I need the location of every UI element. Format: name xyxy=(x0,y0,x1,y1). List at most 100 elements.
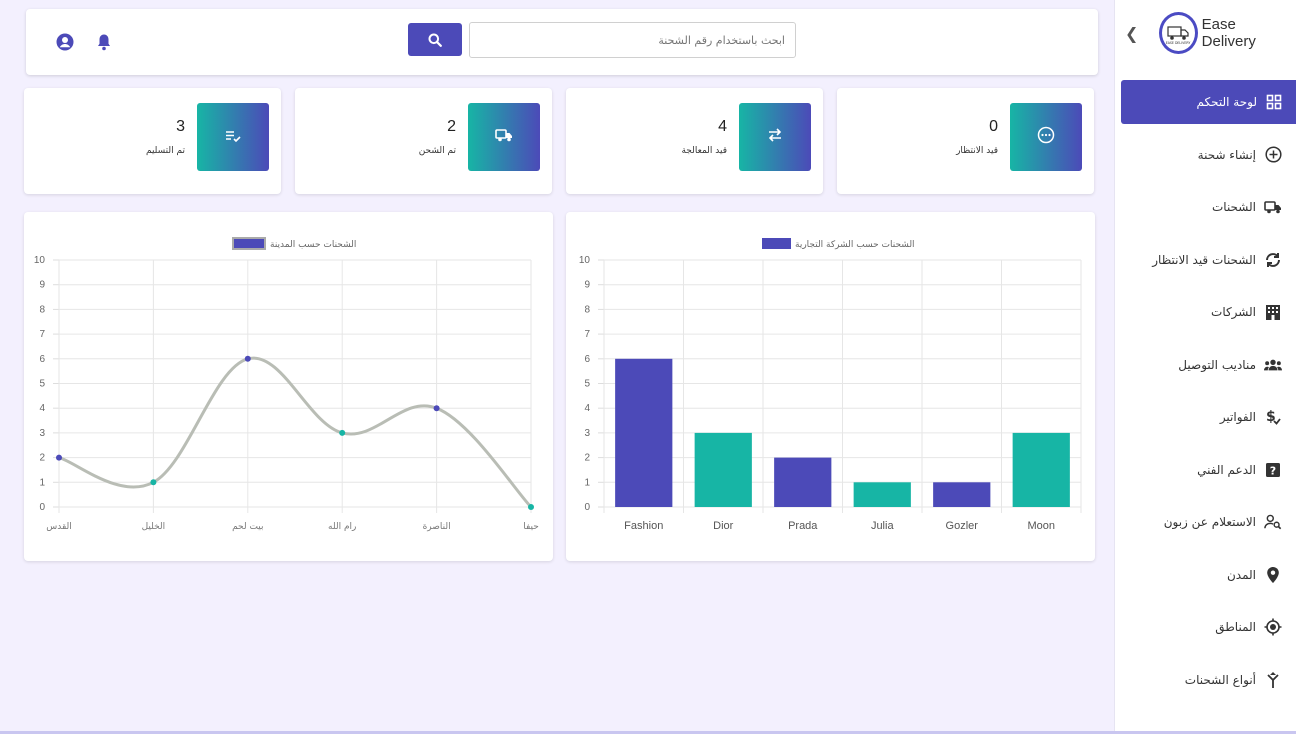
y-tick-label: 4 xyxy=(39,403,45,414)
location-pin-icon xyxy=(1264,566,1282,584)
sidebar: ❮ EASE DELIVERY Ease Delivery لوحة التحك… xyxy=(1114,0,1296,734)
truck-icon xyxy=(1264,198,1282,216)
account-icon[interactable] xyxy=(56,33,74,55)
sidebar-item-4[interactable]: الشركات xyxy=(1115,290,1296,334)
bar-Moon xyxy=(1012,432,1070,507)
sidebar-item-6[interactable]: الفواتير $ xyxy=(1115,395,1296,439)
line-chart-svg: 0 1 2 3 4 5 6 7 8 9 10 القدس الخليل بيت لحم رام الله ال… xyxy=(34,237,539,532)
sidebar-item-10[interactable]: المناطق xyxy=(1115,605,1296,649)
bar-Prada xyxy=(774,457,832,507)
sync-icon xyxy=(1264,251,1282,269)
stat-label: قيد المعالجة xyxy=(681,146,727,156)
x-tick-label: Julia xyxy=(871,520,895,532)
stat-value: 3 xyxy=(176,118,185,135)
legend-label: الشحنات حسب المدينة xyxy=(270,240,356,250)
sidebar-item-3[interactable]: الشحنات قيد الانتظار xyxy=(1115,238,1296,282)
sidebar-item-5[interactable]: مناديب التوصيل xyxy=(1115,343,1296,387)
help-box-icon: ? xyxy=(1264,461,1282,479)
y-tick-label: 1 xyxy=(584,477,590,488)
x-tick-label: القدس xyxy=(46,522,72,532)
bar-Gozler xyxy=(933,482,991,507)
sidebar-item-2[interactable]: الشحنات xyxy=(1115,185,1296,229)
sidebar-item-9[interactable]: المدن xyxy=(1115,553,1296,597)
sidebar-item-label: الشركات xyxy=(1211,305,1256,319)
y-tick-label: 7 xyxy=(584,329,590,340)
bar-Dior xyxy=(694,432,752,507)
stat-card: 2 تم الشحن xyxy=(295,88,552,194)
x-tick-label: Moon xyxy=(1027,520,1055,532)
bell-icon[interactable] xyxy=(96,33,112,55)
app-name: Ease Delivery xyxy=(1201,16,1256,50)
bar-Julia xyxy=(853,482,911,507)
bar-chart-svg: 0 1 2 3 4 5 6 7 8 9 10 Fashion Dior Prada Julia Gozler M… xyxy=(579,238,1082,532)
sidebar-item-0[interactable]: لوحة التحكم xyxy=(1121,80,1296,124)
x-tick-label: Dior xyxy=(713,520,734,532)
sidebar-item-label: المناطق xyxy=(1215,620,1256,634)
x-tick-label: الخليل xyxy=(142,522,166,532)
sidebar-item-11[interactable]: أنواع الشحنات xyxy=(1115,658,1296,702)
stat-label: تم الشحن xyxy=(418,146,456,156)
stat-value: 0 xyxy=(989,118,998,135)
point-2 xyxy=(244,355,251,362)
y-tick-label: 10 xyxy=(34,255,46,266)
y-tick-label: 3 xyxy=(39,428,45,439)
dots-circle-icon xyxy=(1037,126,1055,148)
stat-tile xyxy=(739,103,811,171)
y-tick-label: 5 xyxy=(584,379,590,390)
target-icon xyxy=(1264,618,1282,636)
sidebar-item-label: مناديب التوصيل xyxy=(1178,357,1256,372)
chevron-left-icon[interactable]: ❮ xyxy=(1125,24,1147,43)
sidebar-item-label: لوحة التحكم xyxy=(1196,95,1258,109)
y-tick-label: 9 xyxy=(39,280,45,291)
bar-Fashion xyxy=(615,358,673,507)
invoice-dollar-icon: $ xyxy=(1264,408,1282,426)
search-button[interactable] xyxy=(408,23,462,56)
point-0 xyxy=(56,454,62,461)
sidebar-item-label: إنشاء شحنة xyxy=(1197,147,1256,162)
truck-icon xyxy=(495,127,513,147)
legend-swatch xyxy=(762,238,791,249)
x-tick-label: بيت لحم xyxy=(232,522,263,532)
y-tick-label: 4 xyxy=(584,403,590,414)
sidebar-item-1[interactable]: إنشاء شحنة xyxy=(1115,133,1296,177)
y-tick-label: 0 xyxy=(584,502,590,513)
y-tick-label: 8 xyxy=(584,304,590,315)
x-tick-label: الناصرة xyxy=(423,522,451,532)
list-check-icon xyxy=(225,128,241,147)
brand: ❮ EASE DELIVERY Ease Delivery xyxy=(1115,0,1296,66)
svg-text:EASE DELIVERY: EASE DELIVERY xyxy=(1166,41,1191,45)
point-4 xyxy=(433,405,440,412)
point-1 xyxy=(150,479,157,486)
point-3 xyxy=(339,429,346,436)
svg-text:?: ? xyxy=(1270,464,1276,477)
building-icon xyxy=(1264,303,1282,321)
x-tick-label: حيفا xyxy=(523,522,539,532)
stat-value: 2 xyxy=(447,118,456,135)
x-tick-label: Fashion xyxy=(624,520,663,532)
y-tick-label: 8 xyxy=(39,304,45,315)
sidebar-item-label: الاستعلام عن زبون xyxy=(1163,515,1256,529)
search-input[interactable] xyxy=(469,22,796,58)
sidebar-item-label: الشحنات قيد الانتظار xyxy=(1152,252,1256,267)
sidebar-item-label: الشحنات xyxy=(1211,200,1256,214)
company-bar-chart: 0 1 2 3 4 5 6 7 8 9 10 Fashion Dior Prada Julia Gozler M… xyxy=(566,212,1095,561)
city-line-chart: 0 1 2 3 4 5 6 7 8 9 10 القدس الخليل بيت لحم رام الله ال… xyxy=(24,212,553,561)
y-tick-label: 1 xyxy=(39,477,45,488)
stat-value: 4 xyxy=(718,118,727,135)
legend-swatch xyxy=(232,237,266,250)
sidebar-item-label: الدعم الفني xyxy=(1197,462,1256,477)
sidebar-nav: لوحة التحكم إنشاء شحنة الشحنات الشحنات قيد … xyxy=(1115,80,1296,702)
sidebar-item-label: أنواع الشحنات xyxy=(1184,672,1256,687)
stat-label: تم التسليم xyxy=(145,146,185,156)
sidebar-item-7[interactable]: الدعم الفني? xyxy=(1115,448,1296,492)
y-tick-label: 6 xyxy=(584,354,590,365)
legend-label: الشحنات حسب الشركة التجارية xyxy=(795,240,915,250)
dashboard-grid-icon xyxy=(1265,93,1283,111)
sidebar-item-8[interactable]: الاستعلام عن زبون xyxy=(1115,500,1296,544)
x-tick-label: Gozler xyxy=(946,520,979,532)
svg-text:$: $ xyxy=(1266,409,1276,425)
delivery-truck-icon: EASE DELIVERY xyxy=(1166,26,1191,45)
person-search-icon xyxy=(1264,513,1282,531)
stat-tile xyxy=(1010,103,1082,171)
y-tick-label: 2 xyxy=(584,453,590,464)
